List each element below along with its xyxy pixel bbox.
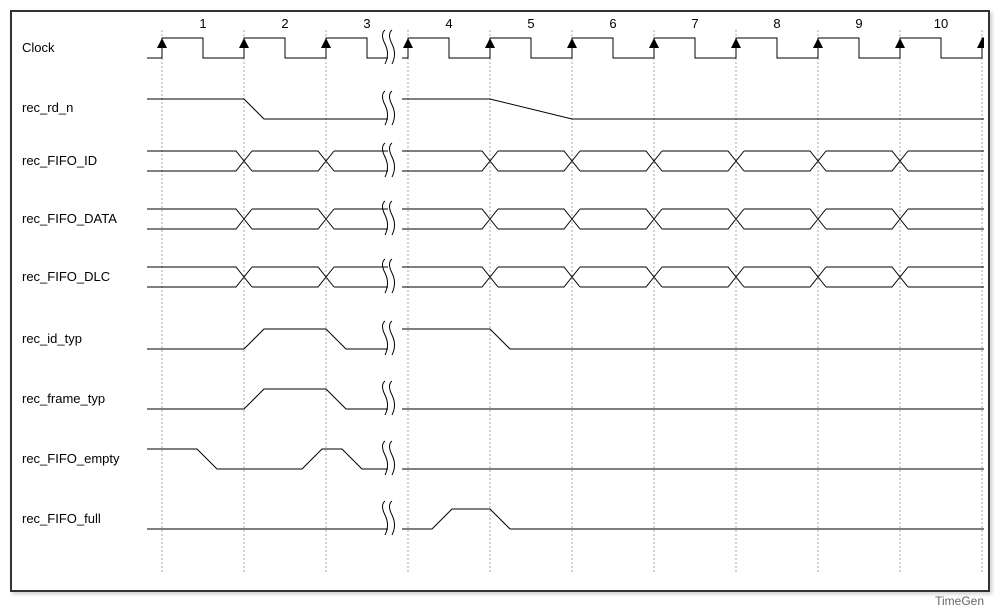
signal-rec-fifo-empty: rec_FIFO_empty — [22, 441, 984, 475]
label-rec-frame-typ: rec_frame_typ — [22, 391, 105, 406]
grid-lines — [162, 30, 982, 572]
signal-rec-fifo-id: rec_FIFO_ID — [22, 143, 984, 177]
timing-diagram-svg: 1 2 3 4 5 6 7 8 9 10 Clock rec_rd_n — [12, 12, 988, 590]
signal-rec-fifo-dlc: rec_FIFO_DLC — [22, 259, 984, 293]
label-rec-fifo-full: rec_FIFO_full — [22, 511, 101, 526]
cycle-4: 4 — [445, 16, 452, 31]
cycle-8: 8 — [773, 16, 780, 31]
timing-diagram-container: 1 2 3 4 5 6 7 8 9 10 Clock rec_rd_n — [10, 10, 990, 592]
signal-rec-fifo-full: rec_FIFO_full — [22, 501, 984, 535]
signal-rec-frame-typ: rec_frame_typ — [22, 381, 984, 415]
cycle-10: 10 — [934, 16, 948, 31]
cycle-9: 9 — [855, 16, 862, 31]
signal-rec-rd-n: rec_rd_n — [22, 91, 984, 125]
cycle-1: 1 — [199, 16, 206, 31]
signal-rec-id-typ: rec_id_typ — [22, 321, 984, 355]
cycle-3: 3 — [363, 16, 370, 31]
label-rec-id-typ: rec_id_typ — [22, 331, 82, 346]
label-rec-rd-n: rec_rd_n — [22, 100, 73, 115]
cycle-7: 7 — [691, 16, 698, 31]
signal-rec-fifo-data: rec_FIFO_DATA — [22, 201, 984, 235]
label-rec-fifo-dlc: rec_FIFO_DLC — [22, 269, 110, 284]
signal-clock: Clock — [22, 30, 984, 64]
label-rec-fifo-empty: rec_FIFO_empty — [22, 451, 120, 466]
label-rec-fifo-data: rec_FIFO_DATA — [22, 211, 117, 226]
cycle-6: 6 — [609, 16, 616, 31]
cycle-2: 2 — [281, 16, 288, 31]
label-rec-fifo-id: rec_FIFO_ID — [22, 153, 97, 168]
label-clock: Clock — [22, 40, 55, 55]
tool-label: TimeGen — [935, 594, 984, 608]
cycle-5: 5 — [527, 16, 534, 31]
cycle-labels: 1 2 3 4 5 6 7 8 9 10 — [199, 16, 948, 31]
